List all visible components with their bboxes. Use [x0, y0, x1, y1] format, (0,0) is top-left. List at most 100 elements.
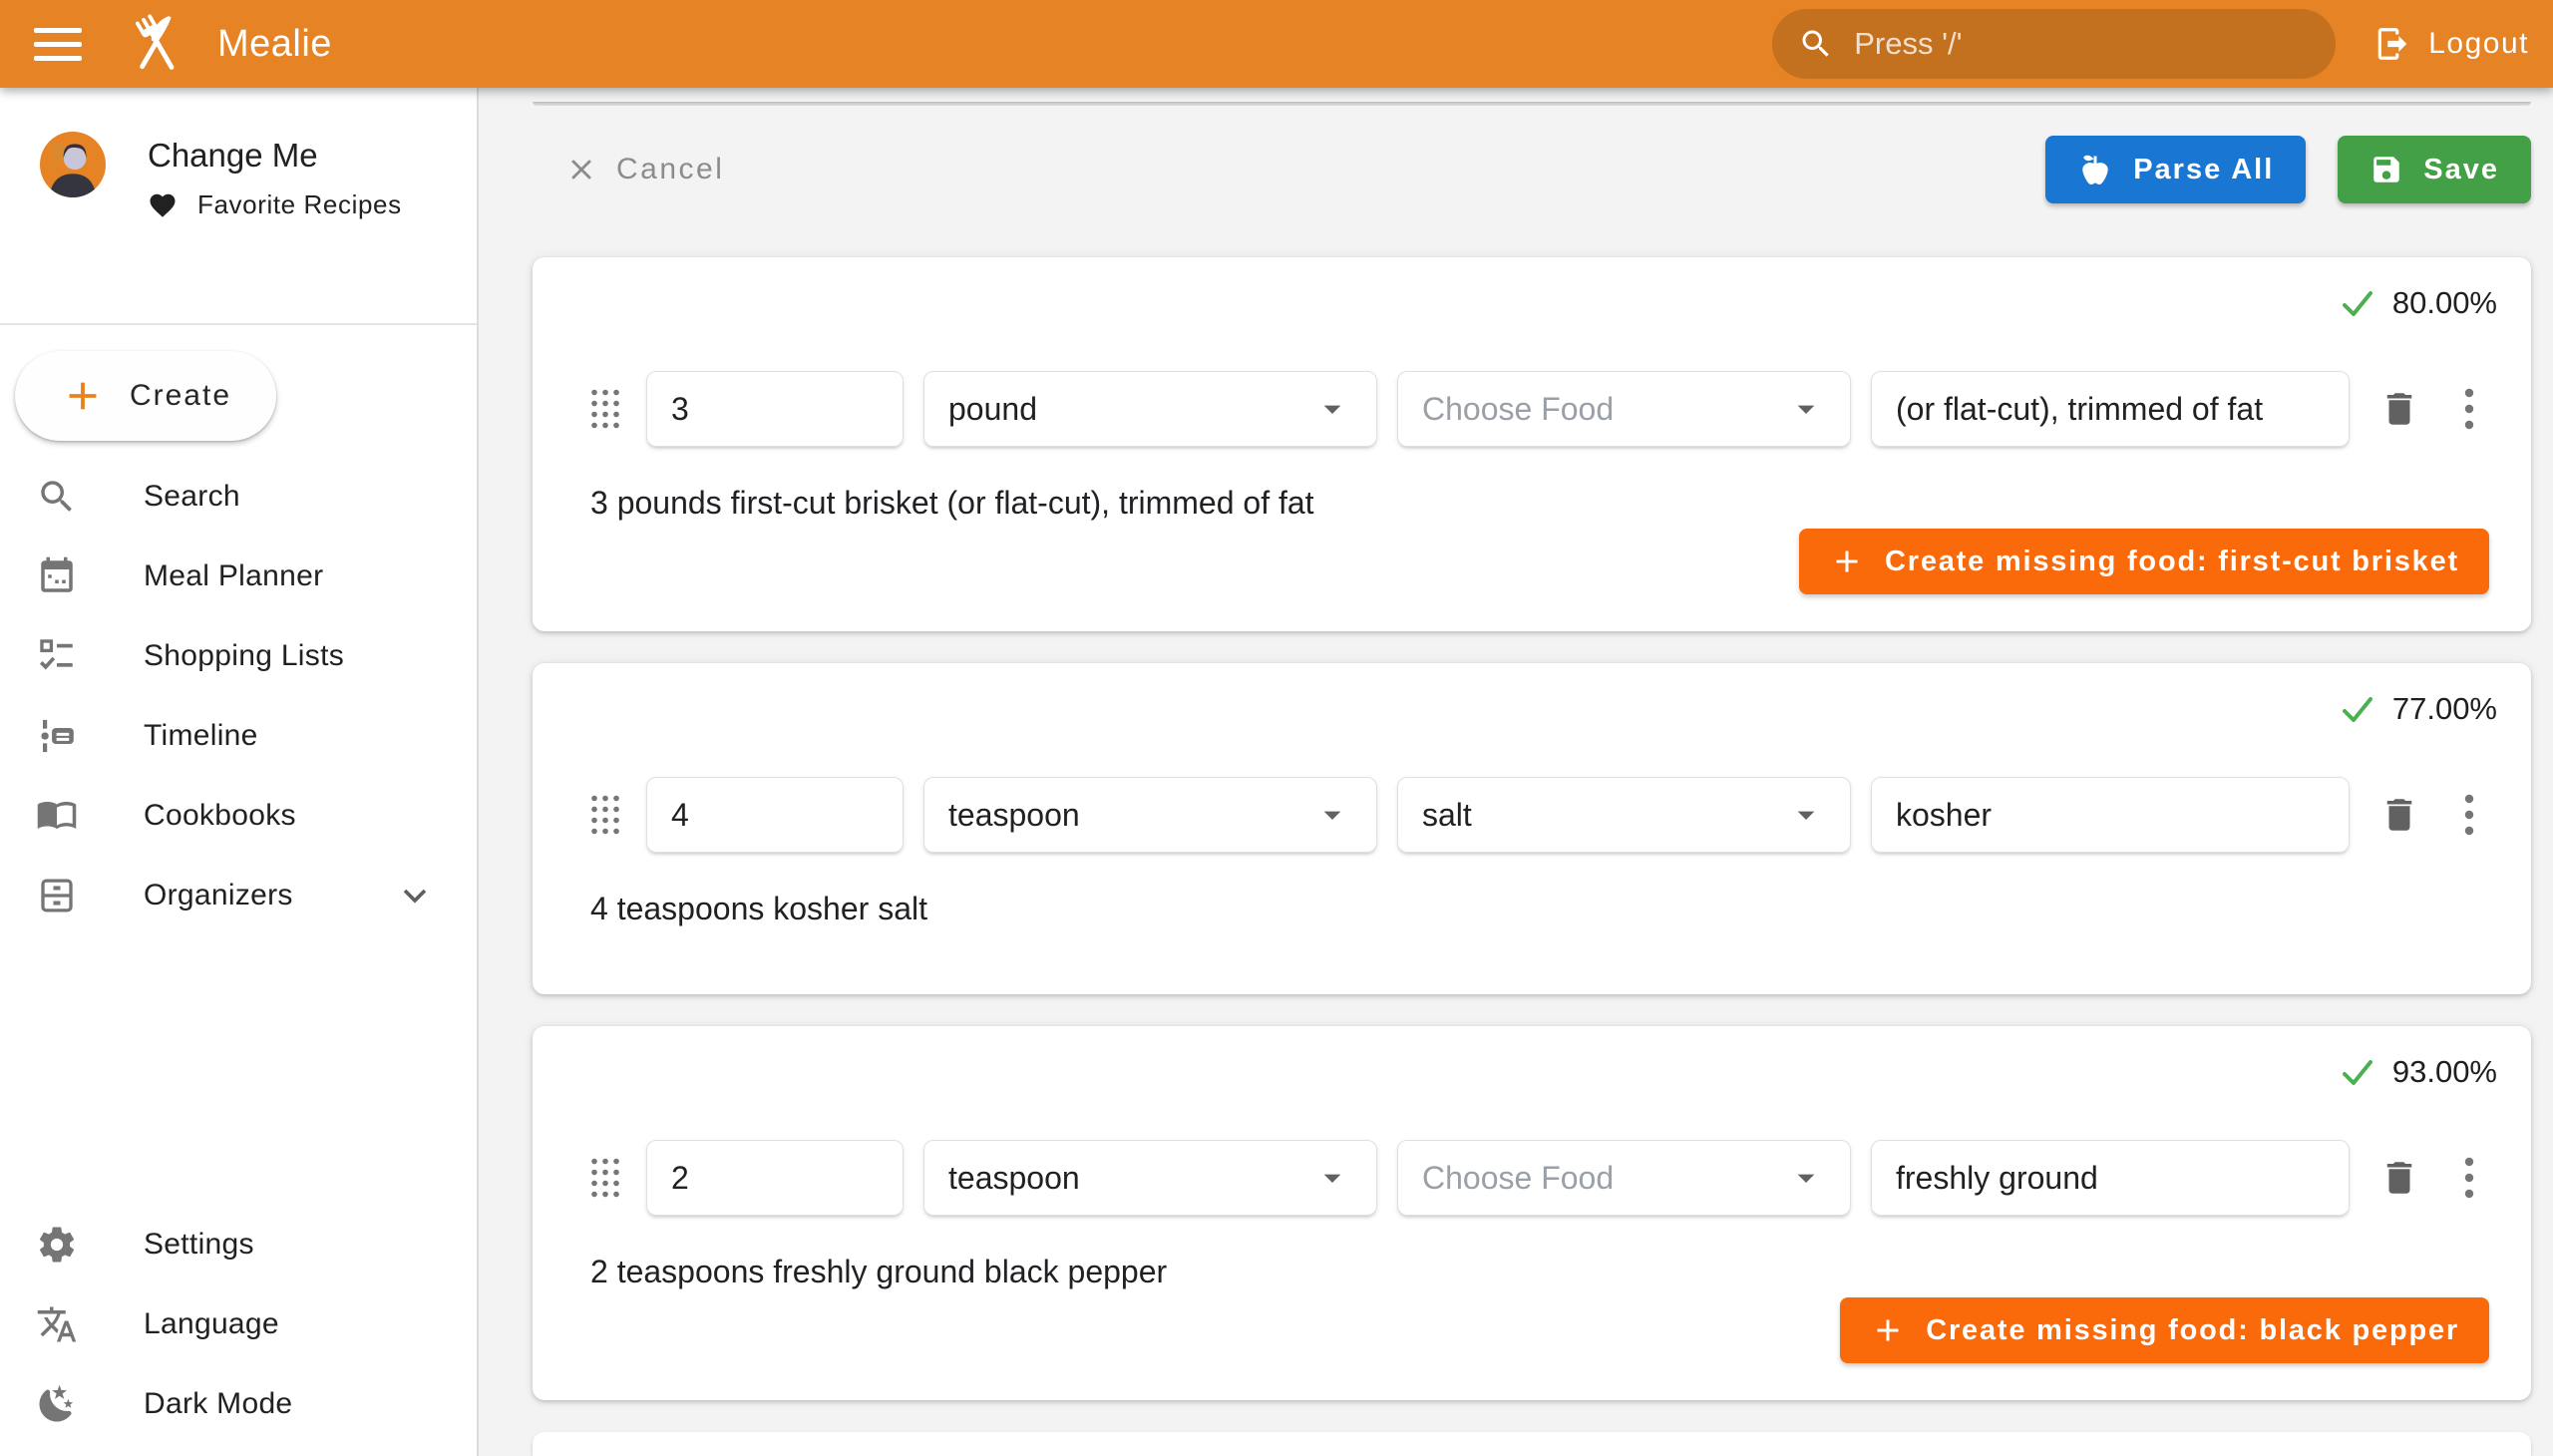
- apple-icon: [2077, 152, 2113, 187]
- parser-toolbar: Cancel Parse All Save: [533, 136, 2531, 203]
- delete-button[interactable]: [2377, 1156, 2421, 1200]
- unit-select[interactable]: teaspoon: [923, 777, 1377, 853]
- favorites-label: Favorite Recipes: [197, 189, 402, 220]
- more-options-button[interactable]: [2457, 1155, 2481, 1201]
- ingredient-card: 93.00% teaspoon: [533, 1026, 2531, 1400]
- confidence-row: 77.00%: [590, 687, 2497, 731]
- delete-button[interactable]: [2377, 387, 2421, 431]
- more-options-button[interactable]: [2457, 386, 2481, 432]
- sidebar-item-organizers[interactable]: Organizers: [0, 856, 477, 935]
- cancel-button[interactable]: Cancel: [564, 153, 724, 186]
- food-placeholder: Choose Food: [1422, 1160, 1786, 1197]
- ingredient-card-partial: [533, 1432, 2531, 1456]
- save-label: Save: [2423, 154, 2499, 186]
- main-content: Cancel Parse All Save: [479, 88, 2553, 1456]
- translate-icon: [36, 1303, 78, 1345]
- sidebar-item-dark-mode[interactable]: Dark Mode: [0, 1364, 477, 1444]
- ingredient-fields-row: teaspoon salt: [590, 777, 2497, 853]
- user-name: Change Me: [148, 134, 402, 178]
- delete-button[interactable]: [2377, 793, 2421, 837]
- global-search-bar[interactable]: [1772, 9, 2336, 79]
- sidebar-item-label: Organizers: [144, 879, 293, 912]
- sidebar-item-cookbooks[interactable]: Cookbooks: [0, 776, 477, 856]
- check-icon: [2339, 1053, 2376, 1091]
- sidebar-item-search[interactable]: Search: [0, 457, 477, 537]
- sidebar-item-label: Dark Mode: [144, 1387, 292, 1421]
- menu-down-icon: [1786, 795, 1826, 835]
- sidebar-item-label: Timeline: [144, 719, 258, 753]
- ingredient-fields-row: teaspoon Choose Food: [590, 1140, 2497, 1216]
- sidebar-item-settings[interactable]: Settings: [0, 1205, 477, 1284]
- save-button[interactable]: Save: [2338, 136, 2531, 203]
- cancel-label: Cancel: [616, 153, 724, 186]
- unit-value: pound: [948, 391, 1312, 428]
- create-button[interactable]: Create: [15, 351, 276, 441]
- moon-icon: [36, 1383, 78, 1425]
- search-icon: [1798, 26, 1834, 62]
- mealie-logo-icon: [124, 10, 191, 78]
- logout-button[interactable]: Logout: [2373, 25, 2529, 63]
- top-app-bar: Mealie Logout: [0, 0, 2553, 88]
- drag-handle-icon[interactable]: [590, 793, 622, 837]
- sidebar-item-timeline[interactable]: Timeline: [0, 696, 477, 776]
- food-placeholder: Choose Food: [1422, 391, 1786, 428]
- confidence-row: 93.00%: [590, 1050, 2497, 1094]
- sidebar-footer-nav: Settings Language Dark Mode: [0, 1205, 477, 1444]
- sidebar: Change Me Favorite Recipes Create: [0, 88, 479, 1456]
- parse-all-button[interactable]: Parse All: [2045, 136, 2306, 203]
- sidebar-nav: Search Meal Planner: [0, 457, 477, 935]
- create-missing-food-button[interactable]: Create missing food: first-cut brisket: [1799, 529, 2489, 594]
- more-options-button[interactable]: [2457, 792, 2481, 838]
- food-select[interactable]: Choose Food: [1397, 1140, 1851, 1216]
- create-missing-food-label: Create missing food: first-cut brisket: [1885, 546, 2459, 578]
- logout-label: Logout: [2428, 27, 2529, 61]
- food-select[interactable]: Choose Food: [1397, 371, 1851, 447]
- unit-value: teaspoon: [948, 1160, 1312, 1197]
- sidebar-item-label: Shopping Lists: [144, 639, 344, 673]
- note-input[interactable]: [1871, 1140, 2350, 1216]
- sidebar-item-label: Cookbooks: [144, 799, 296, 833]
- chevron-down-icon[interactable]: [395, 876, 435, 915]
- menu-down-icon: [1312, 795, 1352, 835]
- timeline-icon: [36, 715, 78, 757]
- app-window: Mealie Logout: [0, 0, 2553, 1456]
- heart-icon: [148, 190, 178, 220]
- favorite-recipes-link[interactable]: Favorite Recipes: [148, 189, 402, 220]
- plus-icon: [60, 373, 106, 419]
- confidence-value: 77.00%: [2392, 691, 2497, 727]
- quantity-input[interactable]: [646, 1140, 904, 1216]
- unit-select[interactable]: teaspoon: [923, 1140, 1377, 1216]
- note-input[interactable]: [1871, 777, 2350, 853]
- quantity-input[interactable]: [646, 777, 904, 853]
- plus-icon: [1870, 1312, 1906, 1348]
- menu-icon[interactable]: [34, 28, 82, 61]
- user-profile-section: Change Me Favorite Recipes: [0, 88, 477, 325]
- unit-select[interactable]: pound: [923, 371, 1377, 447]
- create-missing-food-button[interactable]: Create missing food: black pepper: [1840, 1297, 2489, 1363]
- quantity-input[interactable]: [646, 371, 904, 447]
- sidebar-item-shopping-lists[interactable]: Shopping Lists: [0, 616, 477, 696]
- ingredient-fields-row: pound Choose Food: [590, 371, 2497, 447]
- calendar-icon: [36, 555, 78, 597]
- menu-down-icon: [1312, 1158, 1352, 1198]
- menu-down-icon: [1786, 1158, 1826, 1198]
- drag-handle-icon[interactable]: [590, 1156, 622, 1200]
- original-ingredient-text: 3 pounds first-cut brisket (or flat-cut)…: [590, 481, 2497, 525]
- sidebar-item-label: Settings: [144, 1228, 254, 1262]
- avatar[interactable]: [40, 132, 106, 197]
- menu-down-icon: [1786, 389, 1826, 429]
- food-value: salt: [1422, 797, 1786, 834]
- food-select[interactable]: salt: [1397, 777, 1851, 853]
- drag-handle-icon[interactable]: [590, 387, 622, 431]
- scrolled-content-edge: [533, 102, 2531, 106]
- confidence-value: 80.00%: [2392, 285, 2497, 321]
- search-input[interactable]: [1852, 25, 2310, 63]
- sidebar-item-meal-planner[interactable]: Meal Planner: [0, 537, 477, 616]
- search-icon: [36, 476, 78, 518]
- original-ingredient-text: 2 teaspoons freshly ground black pepper: [590, 1250, 2497, 1293]
- close-icon: [564, 153, 598, 186]
- sidebar-item-language[interactable]: Language: [0, 1284, 477, 1364]
- original-ingredient-text: 4 teaspoons kosher salt: [590, 887, 2497, 930]
- plus-icon: [1829, 544, 1865, 579]
- note-input[interactable]: [1871, 371, 2350, 447]
